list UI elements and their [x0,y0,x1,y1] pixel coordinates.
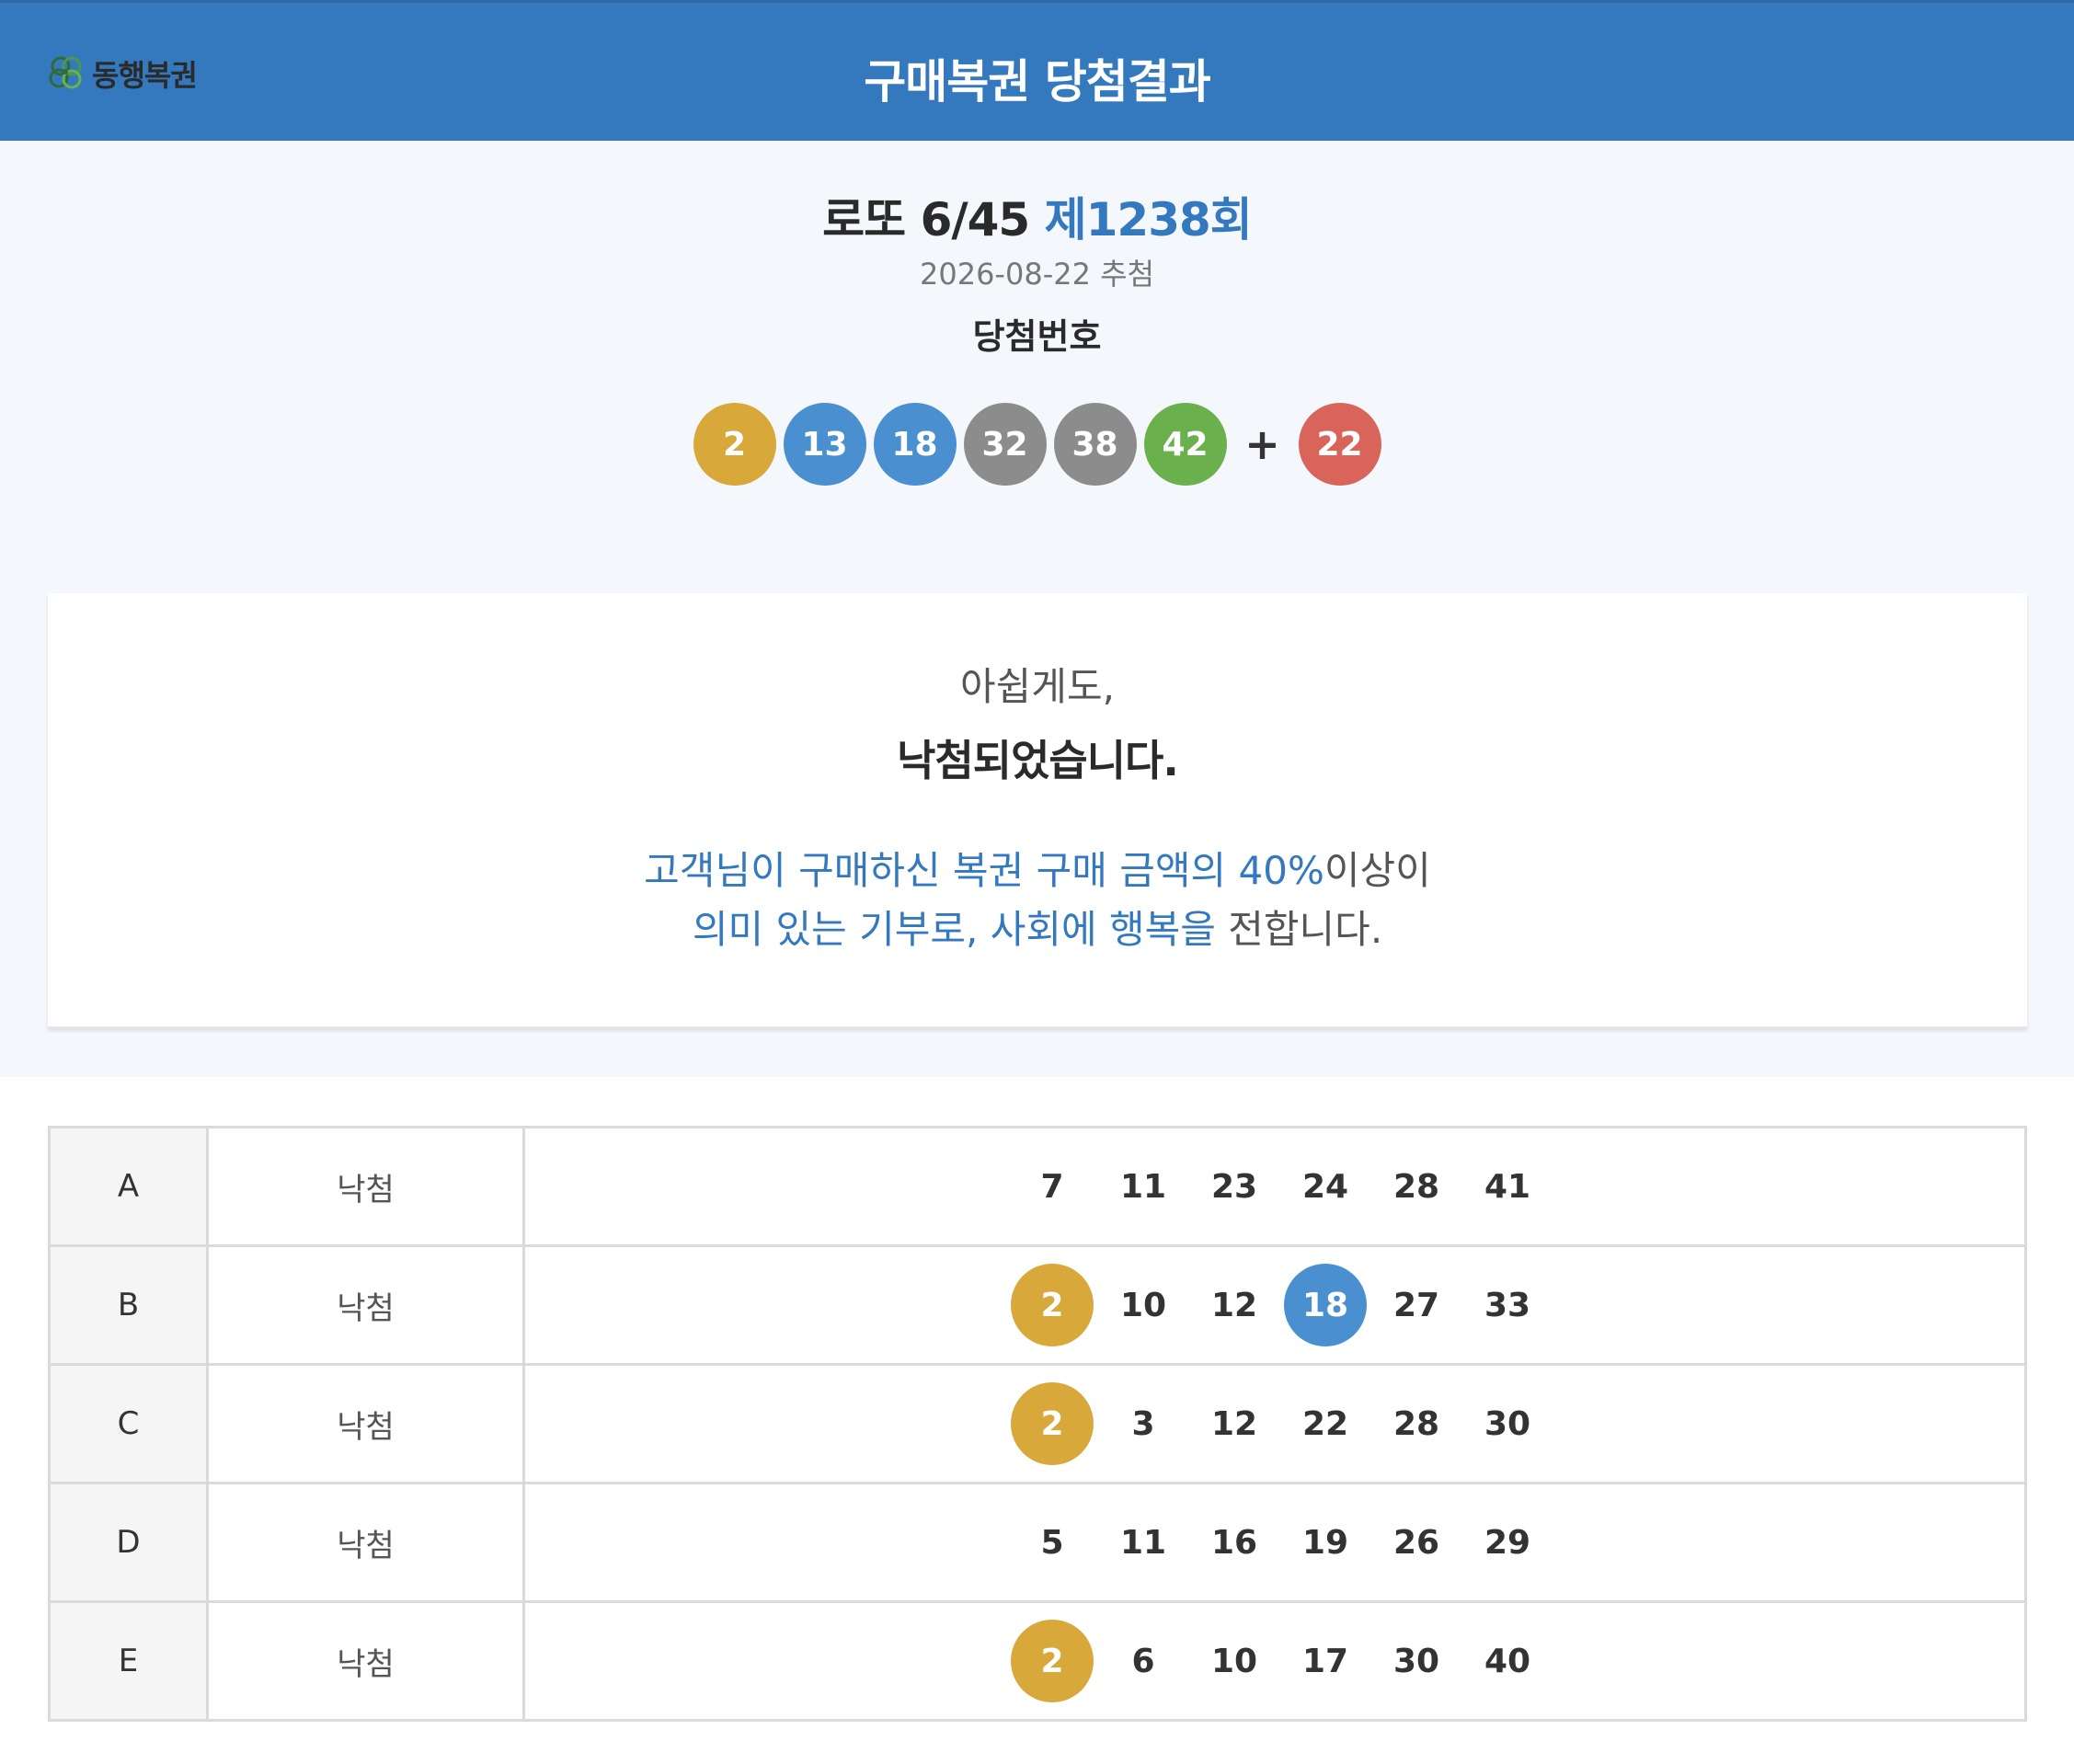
picked-number: 26 [1392,1523,1440,1562]
game-label: E [48,1600,209,1722]
picked-number: 3 [1131,1404,1155,1443]
matched-number-ball: 2 [1011,1620,1094,1702]
draw-date: 2026-08-22 추첨 [919,257,1155,292]
picked-number: 40 [1484,1642,1531,1680]
picked-number: 7 [1040,1167,1064,1206]
matched-number-ball: 2 [1011,1382,1094,1465]
game-numbers: 2 6 10 17 30 40 [522,1600,2027,1722]
game-label: A [48,1126,209,1247]
table-row: C 낙첨 2 3 12 22 28 30 [48,1363,2027,1484]
winning-ball: 42 [1143,403,1227,486]
table-row: A 낙첨 7 11 23 24 28 41 [48,1126,2027,1247]
game-result: 낙첨 [206,1600,525,1722]
picked-number: 22 [1301,1404,1349,1443]
round-number: 제1238회 [1044,193,1253,246]
winning-numbers-label: 당첨번호 [972,316,1102,357]
winning-numbers: 2 13 18 32 38 42 + 22 [0,403,2074,486]
picked-number: 27 [1392,1286,1440,1324]
game-result: 낙첨 [206,1244,525,1366]
game-label: B [48,1244,209,1366]
picked-number: 11 [1119,1167,1167,1206]
donation-message-line2: 의미 있는 기부로, 사회에 행복을 전합니다. [48,899,2027,955]
picked-number: 29 [1484,1523,1531,1562]
picked-number: 19 [1301,1523,1349,1562]
game-result: 낙첨 [206,1482,525,1603]
winning-ball: 13 [783,403,866,486]
game-numbers: 5 11 16 19 26 29 [522,1482,2027,1603]
plus-icon: + [1244,419,1280,469]
picked-number: 23 [1210,1167,1258,1206]
picked-number: 17 [1301,1642,1349,1680]
game-label: C [48,1363,209,1484]
donation-message-text: 전합니다. [1215,907,1383,952]
picked-number: 12 [1210,1286,1258,1324]
picked-number: 30 [1392,1642,1440,1680]
picked-number: 41 [1484,1167,1531,1206]
picked-number: 12 [1210,1404,1258,1443]
game-label: D [48,1482,209,1603]
picked-number: 5 [1040,1523,1064,1562]
result-intro: 아쉽게도, [960,664,1115,709]
matched-number-ball: 18 [1284,1264,1367,1346]
game-result: 낙첨 [206,1363,525,1484]
picked-number: 11 [1119,1523,1167,1562]
draw-summary: 로또 6/45 제1238회 2026-08-22 추첨 당첨번호 2 13 1… [0,141,2074,1077]
picked-number: 33 [1484,1286,1531,1324]
picked-number: 10 [1210,1642,1258,1680]
table-row: B 낙첨 2 10 12 18 27 33 [48,1244,2027,1366]
ticket-table: A 낙첨 7 11 23 24 28 41 B 낙첨 2 10 12 18 27 33 C 낙첨 2 3 12 22 28 3… [48,1126,2027,1722]
winning-ball: 18 [873,403,957,486]
page-title: 구매복권 당첨결과 [864,55,1210,109]
picked-number: 16 [1210,1523,1258,1562]
picked-number: 10 [1119,1286,1167,1324]
winning-ball: 2 [693,403,776,486]
result-status: 낙첨되었습니다. [897,736,1179,785]
round-title: 로또 6/45 제1238회 [0,183,2074,249]
winning-ball: 38 [1053,403,1137,486]
game-numbers: 2 3 12 22 28 30 [522,1363,2027,1484]
game-name: 로또 6/45 [822,193,1030,246]
picked-number: 24 [1301,1167,1349,1206]
game-numbers: 2 10 12 18 27 33 [522,1244,2027,1366]
game-numbers: 7 11 23 24 28 41 [522,1126,2027,1247]
table-row: E 낙첨 2 6 10 17 30 40 [48,1600,2027,1722]
picked-number: 28 [1392,1404,1440,1443]
donation-message-highlight: 고객님이 구매하신 복권 구매 금액의 40% [644,848,1324,893]
page-header: 동행복권 구매복권 당첨결과 [0,0,2074,141]
donation-message-highlight: 의미 있는 기부로, 사회에 행복을 [692,907,1216,952]
picked-number: 6 [1131,1642,1155,1680]
bonus-ball: 22 [1298,403,1381,486]
donation-message-line1: 고객님이 구매하신 복권 구매 금액의 40%이상이 [48,840,2027,896]
donation-message-text: 이상이 [1323,848,1431,893]
result-card: 아쉽게도, 낙첨되었습니다. 고객님이 구매하신 복권 구매 금액의 40%이상… [48,593,2027,1028]
matched-number-ball: 2 [1011,1264,1094,1346]
picked-number: 28 [1392,1167,1440,1206]
winning-ball: 32 [963,403,1047,486]
picked-number: 30 [1484,1404,1531,1443]
game-result: 낙첨 [206,1126,525,1247]
table-row: D 낙첨 5 11 16 19 26 29 [48,1482,2027,1603]
